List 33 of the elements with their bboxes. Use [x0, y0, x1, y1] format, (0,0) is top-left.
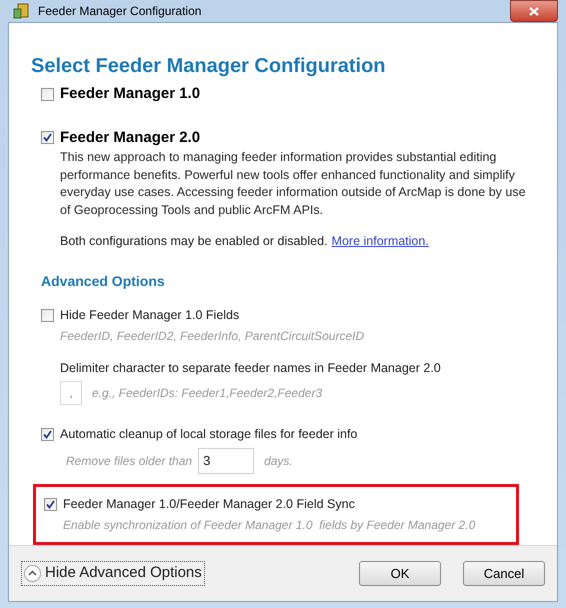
- option-label: Feeder Manager 2.0: [60, 128, 200, 148]
- checkbox[interactable]: [41, 428, 54, 442]
- option-label: Delimiter character to separate feeder names in Feeder Manager 2.0: [60, 360, 442, 377]
- option-label: Automatic cleanup of local storage files for feeder info: [60, 426, 358, 444]
- hint-text: e.g., FeederIDs: Feeder1,Feeder2,Feeder3: [92, 385, 322, 402]
- more-information-link[interactable]: More information.: [332, 232, 429, 251]
- dialog-heading: Select Feeder Manager Configuration: [31, 54, 387, 79]
- checkbox[interactable]: [44, 498, 57, 511]
- days-label: days.: [264, 453, 293, 470]
- dialog-button[interactable]: Cancel: [463, 560, 545, 586]
- option-description: This new approach to managing feeder information provides substantial editing performance benefits. Powerful new tools offer enhanced functionality and simplify everyday use cases. Accessing feeder information outside of ArcMap is done by use of Geoprocessing Tools and public ArcFM APIs.: [60, 149, 527, 219]
- delimiter-field[interactable]: ,: [60, 381, 82, 406]
- check-icon: [46, 500, 55, 509]
- option-label: Hide Feeder Manager 1.0 Fields: [60, 306, 240, 324]
- check-icon: [43, 133, 52, 142]
- advanced-options-toggle[interactable]: Hide Advanced Options: [21, 561, 205, 586]
- checkbox[interactable]: [41, 308, 54, 322]
- check-icon: [43, 430, 52, 440]
- checkbox[interactable]: [41, 88, 54, 101]
- close-button[interactable]: [510, 0, 558, 22]
- days-field[interactable]: 3: [198, 448, 254, 474]
- app-icon: [12, 2, 30, 20]
- hint-text: Enable synchronization of Feeder Manager 1.0 fields by Feeder Manager 2.0: [63, 516, 476, 534]
- close-icon: [529, 6, 539, 16]
- checkbox[interactable]: [41, 131, 54, 144]
- retention-label: Remove files older than: [66, 453, 192, 470]
- option-label: Feeder Manager 1.0/Feeder Manager 2.0 Field Sync: [63, 496, 355, 513]
- option-label: Feeder Manager 1.0: [60, 84, 200, 104]
- window-title: Feeder Manager Configuration: [38, 3, 202, 20]
- hint-text: FeederID, FeederID2, FeederInfo, ParentCircuitSourceID: [60, 328, 366, 344]
- dialog-button[interactable]: OK: [359, 560, 441, 586]
- section-heading: Advanced Options: [41, 272, 166, 291]
- note-text: Both configurations may be enabled or disabled.: [60, 233, 328, 250]
